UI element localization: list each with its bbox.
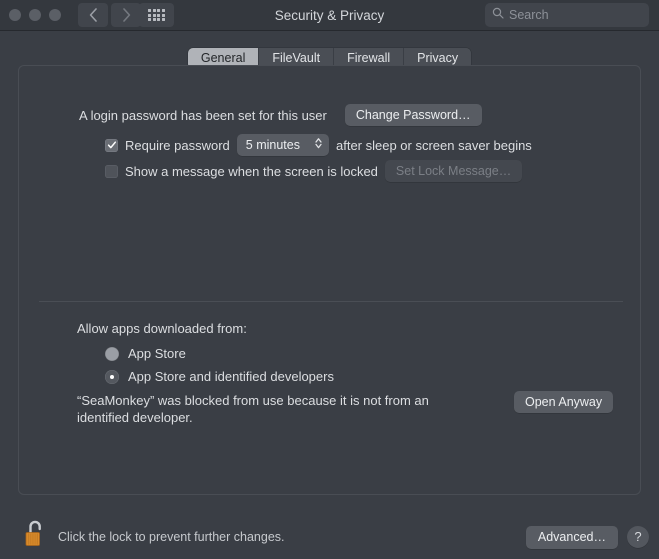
section-divider — [39, 301, 623, 302]
radio-app-store-label: App Store — [128, 346, 186, 361]
allow-apps-option-app-store[interactable]: App Store — [105, 346, 186, 361]
require-password-interval-value: 5 minutes — [245, 138, 300, 152]
advanced-button[interactable]: Advanced… — [525, 526, 618, 549]
help-button[interactable]: ? — [627, 526, 649, 548]
blocked-notice-line2: identified developer. — [77, 410, 193, 425]
lock-hint-text: Click the lock to prevent further change… — [58, 530, 285, 544]
login-password-row: A login password has been set for this u… — [79, 104, 482, 126]
login-password-status: A login password has been set for this u… — [79, 107, 327, 123]
radio-identified-developers-label: App Store and identified developers — [128, 369, 334, 384]
allow-apps-heading-row: Allow apps downloaded from: — [77, 321, 247, 336]
open-anyway-button[interactable]: Open Anyway — [514, 391, 614, 413]
require-password-row: Require password 5 minutes after sleep o… — [105, 134, 532, 156]
search-placeholder: Search — [509, 8, 549, 22]
change-password-button[interactable]: Change Password… — [344, 104, 482, 126]
allow-apps-heading: Allow apps downloaded from: — [77, 321, 247, 336]
require-password-interval-popup[interactable]: 5 minutes — [236, 134, 329, 156]
radio-selected-dot — [110, 374, 114, 379]
checkmark-icon — [107, 140, 117, 150]
lock-button[interactable] — [22, 518, 50, 550]
require-password-suffix: after sleep or screen saver begins — [335, 137, 532, 153]
require-password-label: Require password — [125, 137, 230, 153]
show-lock-message-label: Show a message when the screen is locked — [125, 163, 378, 179]
require-password-checkbox[interactable] — [105, 138, 118, 152]
unlocked-padlock-icon — [22, 520, 50, 554]
general-tab-panel: A login password has been set for this u… — [18, 65, 641, 495]
allow-apps-option-identified-developers[interactable]: App Store and identified developers — [105, 369, 334, 384]
chevron-up-down-icon — [314, 136, 323, 155]
set-lock-message-button[interactable]: Set Lock Message… — [384, 160, 523, 182]
radio-app-store-and-identified-developers[interactable] — [105, 369, 119, 384]
blocked-notice-line1: “SeaMonkey” was blocked from use because… — [77, 393, 429, 408]
window-titlebar: Security & Privacy Search — [0, 0, 659, 31]
radio-app-store[interactable] — [105, 346, 119, 361]
blocked-app-notice: “SeaMonkey” was blocked from use because… — [77, 392, 477, 426]
show-lock-message-checkbox[interactable] — [105, 164, 118, 178]
lock-message-row: Show a message when the screen is locked… — [105, 160, 523, 182]
search-icon — [492, 6, 504, 24]
search-field[interactable]: Search — [485, 3, 649, 27]
